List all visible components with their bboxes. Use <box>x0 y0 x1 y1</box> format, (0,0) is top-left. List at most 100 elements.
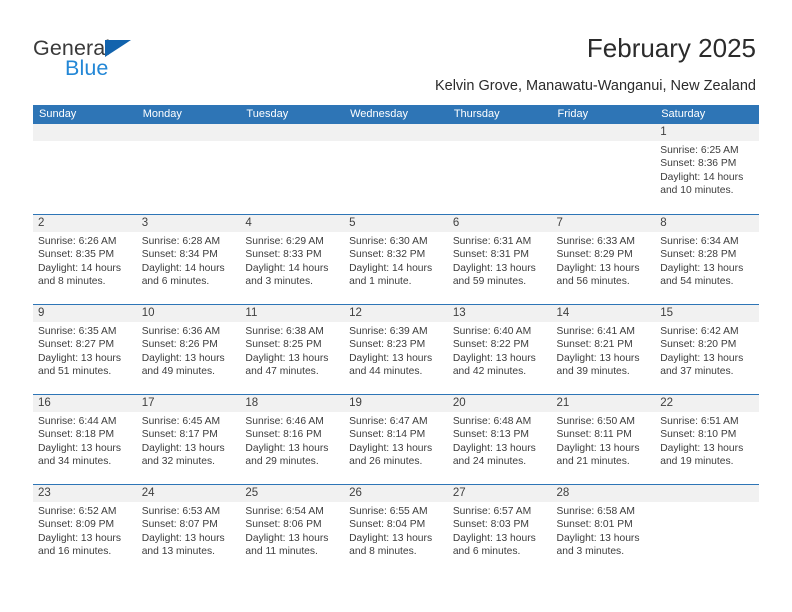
daylight-line-1: Daylight: 13 hours <box>452 352 536 364</box>
day-number: 11 <box>245 307 258 319</box>
calendar-day-cell[interactable]: 20 Sunrise: 6:48 AM Sunset: 8:13 PM Dayligh… <box>447 395 552 484</box>
calendar-day-cell[interactable]: 22 Sunrise: 6:51 AM Sunset: 8:10 PM Dayligh… <box>655 395 759 484</box>
calendar-day-cell[interactable]: 7 Sunrise: 6:33 AM Sunset: 8:29 PM Daylight… <box>551 215 656 304</box>
calendar-day-cell[interactable]: 26 Sunrise: 6:55 AM Sunset: 8:04 PM Dayligh… <box>344 485 448 574</box>
day-number: 13 <box>452 307 466 319</box>
day-number-band: 15 <box>655 305 759 322</box>
calendar-day-cell[interactable]: 5 Sunrise: 6:30 AM Sunset: 8:32 PM Daylight… <box>344 215 448 304</box>
sunrise-line: Sunrise: 6:35 AM <box>38 326 117 337</box>
daylight-line-2: and 26 minutes. <box>349 456 423 468</box>
daylight-line-1: Daylight: 13 hours <box>141 532 225 544</box>
sunrise-line: Sunrise: 6:51 AM <box>660 416 739 427</box>
daylight-line-1: Daylight: 13 hours <box>245 532 329 544</box>
calendar-page: General Blue February 2025 Kelvin Grove,… <box>0 0 792 612</box>
day-number-band: 19 <box>344 395 448 412</box>
day-number: 7 <box>556 217 563 229</box>
calendar-day-cell[interactable]: 19 Sunrise: 6:47 AM Sunset: 8:14 PM Dayligh… <box>344 395 448 484</box>
day-number-band: 27 <box>447 485 552 502</box>
daylight-line-2: and 37 minutes. <box>660 366 734 378</box>
daylight-line-2: and 51 minutes. <box>38 366 112 378</box>
sunset-line: Sunset: 8:09 PM <box>38 519 115 531</box>
sunrise-line: Sunrise: 6:29 AM <box>245 236 324 247</box>
day-number: 18 <box>245 397 259 409</box>
calendar-day-cell[interactable]: 28 Sunrise: 6:58 AM Sunset: 8:01 PM Dayligh… <box>551 485 656 574</box>
sun-info-block: Sunrise: 6:33 AM Sunset: 8:29 PM Daylight:… <box>552 232 656 289</box>
day-number: 8 <box>660 217 667 229</box>
calendar-day-cell[interactable]: 13 Sunrise: 6:40 AM Sunset: 8:22 PM Dayligh… <box>447 305 552 394</box>
day-number: 21 <box>556 397 570 409</box>
day-header-thursday: Thursday <box>453 108 500 120</box>
day-number-band: 20 <box>447 395 552 412</box>
sunset-line: Sunset: 8:04 PM <box>349 519 426 531</box>
calendar-day-cell[interactable]: 10 Sunrise: 6:36 AM Sunset: 8:26 PM Dayligh… <box>136 305 241 394</box>
calendar-day-cell[interactable]: 6 Sunrise: 6:31 AM Sunset: 8:31 PM Daylight… <box>447 215 552 304</box>
sun-info-block: Sunrise: 6:31 AM Sunset: 8:31 PM Daylight:… <box>448 232 552 289</box>
daylight-line-2: and 6 minutes. <box>452 546 521 558</box>
day-number: 15 <box>660 307 674 319</box>
sun-info-block <box>33 141 137 144</box>
sun-info-block <box>137 141 241 144</box>
daylight-line-2: and 34 minutes. <box>38 456 112 468</box>
sun-info-block: Sunrise: 6:28 AM Sunset: 8:34 PM Daylight:… <box>137 232 241 289</box>
daylight-line-2: and 16 minutes. <box>38 546 112 558</box>
sun-info-block: Sunrise: 6:35 AM Sunset: 8:27 PM Daylight:… <box>33 322 137 379</box>
day-number-band: 7 <box>551 215 656 232</box>
daylight-line-2: and 8 minutes. <box>38 276 106 288</box>
calendar-day-cell[interactable]: 25 Sunrise: 6:54 AM Sunset: 8:06 PM Dayligh… <box>240 485 345 574</box>
calendar-day-cell[interactable]: 1 Sunrise: 6:25 AM Sunset: 8:36 PM Daylight… <box>655 124 759 214</box>
calendar-day-cell[interactable]: 15 Sunrise: 6:42 AM Sunset: 8:20 PM Dayligh… <box>655 305 759 394</box>
day-number-band: 23 <box>33 485 137 502</box>
calendar-day-cell[interactable]: 16 Sunrise: 6:44 AM Sunset: 8:18 PM Dayligh… <box>33 395 137 484</box>
day-number-band: 22 <box>655 395 759 412</box>
sun-info-block: Sunrise: 6:38 AM Sunset: 8:25 PM Daylight:… <box>240 322 344 379</box>
sun-info-block: Sunrise: 6:45 AM Sunset: 8:17 PM Daylight:… <box>137 412 241 469</box>
calendar-day-cell[interactable]: 3 Sunrise: 6:28 AM Sunset: 8:34 PM Daylight… <box>136 215 241 304</box>
calendar-day-cell[interactable]: 18 Sunrise: 6:46 AM Sunset: 8:16 PM Dayligh… <box>240 395 345 484</box>
sunrise-line: Sunrise: 6:28 AM <box>141 236 221 247</box>
page-subtitle: Kelvin Grove, Manawatu-Wanganui, New Zea… <box>434 78 756 94</box>
sunset-line: Sunset: 8:13 PM <box>452 429 529 441</box>
sunset-line: Sunset: 8:17 PM <box>141 429 218 441</box>
calendar-day-cell[interactable]: 23 Sunrise: 6:52 AM Sunset: 8:09 PM Dayligh… <box>33 485 137 574</box>
daylight-line-1: Daylight: 13 hours <box>660 442 744 454</box>
daylight-line-1: Daylight: 13 hours <box>38 352 121 364</box>
sun-info-block: Sunrise: 6:46 AM Sunset: 8:16 PM Daylight:… <box>240 412 344 469</box>
daylight-line-2: and 10 minutes. <box>660 185 734 197</box>
calendar-day-cell[interactable]: 17 Sunrise: 6:45 AM Sunset: 8:17 PM Dayligh… <box>136 395 241 484</box>
calendar-day-cell-empty <box>344 124 448 214</box>
daylight-line-2: and 6 minutes. <box>141 276 210 288</box>
day-header-friday: Friday <box>557 108 589 120</box>
day-number: 2 <box>38 217 45 229</box>
calendar-day-cell[interactable]: 27 Sunrise: 6:57 AM Sunset: 8:03 PM Dayligh… <box>447 485 552 574</box>
daylight-line-2: and 49 minutes. <box>141 366 215 378</box>
calendar-day-cell[interactable]: 9 Sunrise: 6:35 AM Sunset: 8:27 PM Daylight… <box>33 305 137 394</box>
sunrise-line: Sunrise: 6:53 AM <box>141 506 221 517</box>
calendar-day-cell[interactable]: 14 Sunrise: 6:41 AM Sunset: 8:21 PM Dayligh… <box>551 305 656 394</box>
calendar-day-cell[interactable]: 12 Sunrise: 6:39 AM Sunset: 8:23 PM Dayligh… <box>344 305 448 394</box>
calendar-day-cell[interactable]: 24 Sunrise: 6:53 AM Sunset: 8:07 PM Dayligh… <box>136 485 241 574</box>
daylight-line-2: and 39 minutes. <box>556 366 630 378</box>
daylight-line-1: Daylight: 13 hours <box>556 262 640 274</box>
day-number: 6 <box>452 217 460 229</box>
logo-text-blue: Blue <box>65 56 109 80</box>
sunrise-line: Sunrise: 6:38 AM <box>245 326 324 337</box>
calendar-day-cell[interactable]: 2 Sunrise: 6:26 AM Sunset: 8:35 PM Daylight… <box>33 215 137 304</box>
sun-info-block: Sunrise: 6:42 AM Sunset: 8:20 PM Daylight:… <box>655 322 759 379</box>
sun-info-block: Sunrise: 6:30 AM Sunset: 8:32 PM Daylight:… <box>344 232 448 289</box>
general-blue-logo[interactable]: General Blue <box>33 36 253 84</box>
calendar-day-cell[interactable]: 4 Sunrise: 6:29 AM Sunset: 8:33 PM Daylight… <box>240 215 345 304</box>
day-number-band: 18 <box>240 395 345 412</box>
day-number-band <box>33 124 137 141</box>
calendar-day-cell[interactable]: 8 Sunrise: 6:34 AM Sunset: 8:28 PM Daylight… <box>655 215 759 304</box>
calendar-day-cell[interactable]: 21 Sunrise: 6:50 AM Sunset: 8:11 PM Dayligh… <box>551 395 656 484</box>
day-number: 24 <box>141 487 155 499</box>
sun-info-block: Sunrise: 6:25 AM Sunset: 8:36 PM Daylight:… <box>655 141 759 198</box>
day-number: 22 <box>660 397 674 409</box>
sun-info-block: Sunrise: 6:44 AM Sunset: 8:18 PM Daylight:… <box>33 412 137 469</box>
day-header-tuesday: Tuesday <box>246 108 289 120</box>
day-number-band: 9 <box>33 305 137 322</box>
sunset-line: Sunset: 8:32 PM <box>349 249 426 261</box>
sunset-line: Sunset: 8:26 PM <box>141 339 218 351</box>
sunset-line: Sunset: 8:01 PM <box>556 519 633 531</box>
calendar-day-cell[interactable]: 11 Sunrise: 6:38 AM Sunset: 8:25 PM Dayligh… <box>240 305 345 394</box>
